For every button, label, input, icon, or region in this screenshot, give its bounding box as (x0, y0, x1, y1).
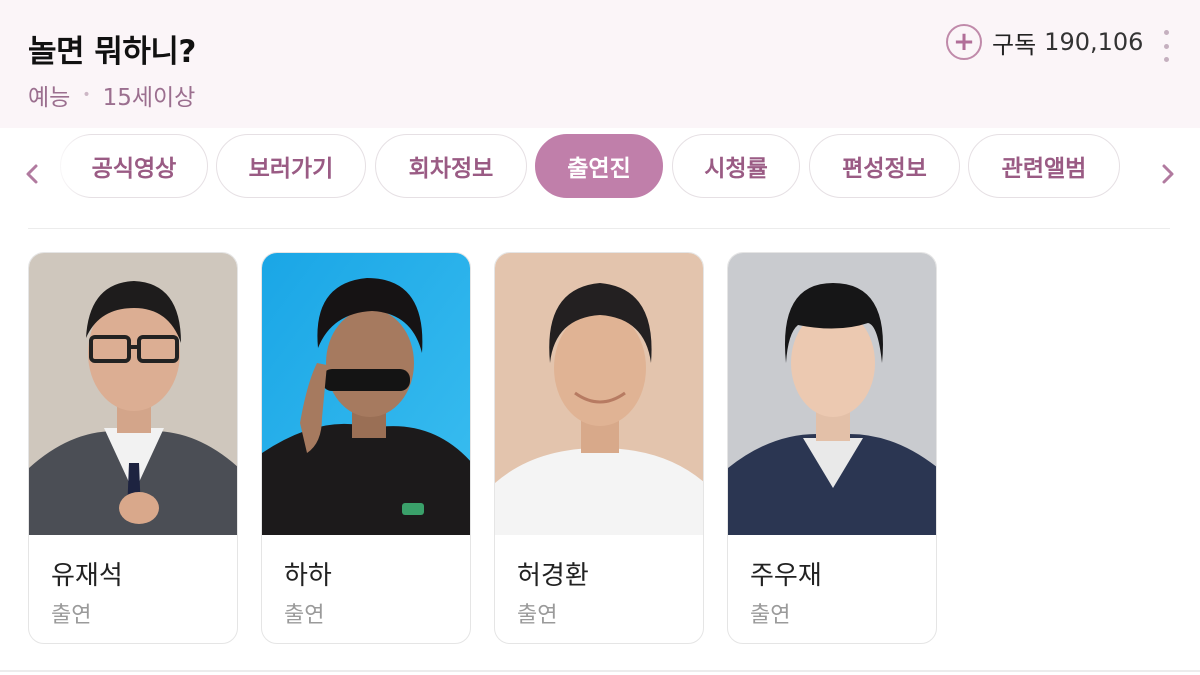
subscribe-label[interactable]: 구독 (992, 25, 1036, 60)
cast-name[interactable]: 주우재 (750, 555, 822, 592)
cast-photo[interactable] (262, 253, 470, 535)
subscriber-count: 190,106 (1044, 28, 1144, 56)
chevron-right-icon[interactable] (1156, 156, 1180, 192)
cast-role: 출연 (284, 603, 325, 628)
plus-icon[interactable]: + (946, 24, 982, 60)
tab-label: 회차정보 (408, 156, 494, 182)
cast-name[interactable]: 허경환 (517, 555, 589, 592)
tab-bar: 공식영상 보러가기 회차정보 출연진 시청률 편성정보 관련앨범 (0, 128, 1200, 212)
cast-name[interactable]: 유재석 (51, 555, 123, 592)
meta-separator: • (82, 87, 91, 103)
tab-label: 출연진 (567, 156, 631, 182)
cast-card[interactable]: 유재석 출연 (28, 252, 238, 644)
more-vertical-icon[interactable] (1158, 30, 1174, 62)
tab-label: 편성정보 (842, 156, 927, 182)
tab-label: 보러가기 (248, 156, 334, 182)
tab-fade (50, 128, 90, 212)
tab-watch[interactable]: 보러가기 (216, 134, 366, 198)
cast-card[interactable]: 허경환 출연 (494, 252, 704, 644)
cast-photo[interactable] (29, 253, 237, 535)
program-header: 놀면 뭐하니? 예능 • 15세이상 + 구독 190,106 (0, 0, 1200, 128)
tab-label: 공식영상 (91, 156, 177, 182)
cast-role: 출연 (750, 603, 791, 628)
program-title[interactable]: 놀면 뭐하니? (28, 26, 196, 71)
section-divider (28, 228, 1170, 229)
tab-label: 관련앨범 (1001, 156, 1087, 182)
tab-cast[interactable]: 출연진 (535, 134, 663, 198)
cast-role: 출연 (517, 603, 558, 628)
genre-label: 예능 (28, 85, 71, 111)
tab-label: 시청률 (704, 156, 768, 182)
cast-card[interactable]: 주우재 출연 (727, 252, 937, 644)
chevron-left-icon[interactable] (20, 156, 44, 192)
tab-ratings[interactable]: 시청률 (672, 134, 800, 198)
age-rating: 15세이상 (102, 85, 196, 111)
cast-role: 출연 (51, 603, 92, 628)
tab-albums[interactable]: 관련앨범 (968, 134, 1120, 198)
cast-name[interactable]: 하하 (284, 555, 332, 592)
cast-photo[interactable] (495, 253, 703, 535)
section-bottom-border (0, 670, 1200, 672)
subscribe-control: + 구독 190,106 (946, 24, 1143, 60)
tab-schedule[interactable]: 편성정보 (809, 134, 960, 198)
cast-card[interactable]: 하하 출연 (261, 252, 471, 644)
cast-photo[interactable] (728, 253, 936, 535)
program-meta: 예능 • 15세이상 (28, 78, 195, 112)
tab-episodes[interactable]: 회차정보 (375, 134, 527, 198)
